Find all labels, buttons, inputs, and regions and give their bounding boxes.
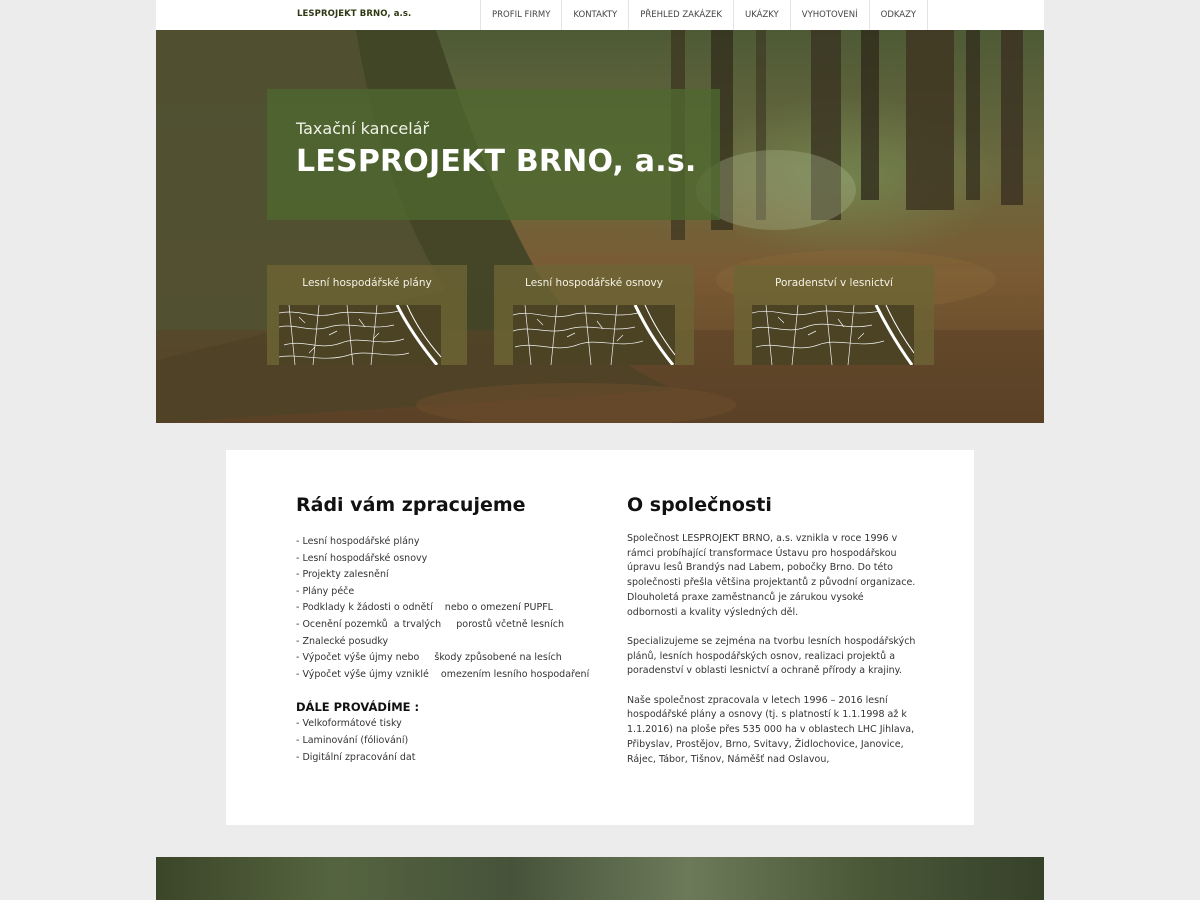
list-item: - Lesní hospodářské osnovy bbox=[296, 552, 428, 564]
nav-item-prehled-zakazek[interactable]: PŘEHLED ZAKÁZEK bbox=[629, 0, 734, 30]
forest-map-thumbnail bbox=[513, 305, 675, 365]
nav-item-ukazky[interactable]: UKÁZKY bbox=[734, 0, 791, 30]
nav-item-vyhotoveni[interactable]: VYHOTOVENÍ bbox=[791, 0, 870, 30]
services-heading: Rádi vám zpracujeme bbox=[296, 494, 526, 516]
top-bar: LESPROJEKT BRNO, a.s. PROFIL FIRMY KONTA… bbox=[156, 0, 1044, 30]
list-item: - Laminování (fóliování) bbox=[296, 734, 409, 746]
list-item: - Ocenění pozemků a trvalých porostů vče… bbox=[296, 618, 564, 630]
list-item: - Lesní hospodářské plány bbox=[296, 536, 420, 547]
hero-title-box: Taxační kancelář LESPROJEKT BRNO, a.s. bbox=[267, 89, 720, 220]
hero-title: LESPROJEKT BRNO, a.s. bbox=[296, 144, 697, 179]
about-paragraph: Naše společnost zpracovala v letech 1996… bbox=[627, 694, 915, 765]
nav-item-odkazy[interactable]: ODKAZY bbox=[870, 0, 929, 30]
list-item: - Digitální zpracování dat bbox=[296, 751, 416, 763]
list-item: - Velkoformátové tisky bbox=[296, 718, 402, 730]
service-card-lesni-hospodarske-plany[interactable]: Lesní hospodářské plány bbox=[267, 265, 467, 365]
forest-map-thumbnail bbox=[752, 305, 914, 365]
nav-item-kontakty[interactable]: KONTAKTY bbox=[562, 0, 630, 30]
services-list: - Lesní hospodářské plány - Lesní hospod… bbox=[296, 534, 596, 683]
service-card-title: Lesní hospodářské osnovy bbox=[525, 277, 663, 289]
service-card-title: Lesní hospodářské plány bbox=[302, 277, 432, 289]
hero-banner: Taxační kancelář LESPROJEKT BRNO, a.s. L… bbox=[156, 30, 1044, 423]
nav-item-profil-firmy[interactable]: PROFIL FIRMY bbox=[481, 0, 563, 30]
about-column: O společnosti Společnost LESPROJEKT BRNO… bbox=[627, 494, 917, 782]
hero-subtitle: Taxační kancelář bbox=[296, 119, 430, 138]
service-card-title: Poradenství v lesnictví bbox=[775, 277, 893, 289]
list-item: - Projekty zalesnění bbox=[296, 569, 389, 581]
forest-map-thumbnail bbox=[279, 305, 441, 365]
brand-logo[interactable]: LESPROJEKT BRNO, a.s. bbox=[297, 9, 411, 19]
list-item: - Plány péče bbox=[296, 585, 355, 597]
list-item: - Znalecké posudky bbox=[296, 635, 389, 647]
list-item: - Výpočet výše újmy vzniklé omezením les… bbox=[296, 668, 590, 680]
list-item: - Podklady k žádosti o odnětí nebo o ome… bbox=[296, 602, 553, 614]
bottom-forest-banner bbox=[156, 857, 1044, 900]
more-services-heading: DÁLE PROVÁDÍME : bbox=[296, 700, 420, 715]
service-card-lesni-hospodarske-osnovy[interactable]: Lesní hospodářské osnovy bbox=[494, 265, 694, 365]
service-card-poradenstvi[interactable]: Poradenství v lesnictví bbox=[734, 265, 934, 365]
about-paragraph: Specializujeme se zejména na tvorbu lesn… bbox=[627, 635, 916, 677]
about-paragraph: Společnost LESPROJEKT BRNO, a.s. vznikla… bbox=[627, 533, 916, 618]
main-nav: PROFIL FIRMY KONTAKTY PŘEHLED ZAKÁZEK UK… bbox=[480, 0, 929, 30]
about-heading: O společnosti bbox=[627, 494, 772, 516]
list-item: - Výpočet výše újmy nebo škody způsobené… bbox=[296, 652, 562, 664]
services-column: Rádi vám zpracujeme - Lesní hospodářské … bbox=[296, 494, 596, 766]
content-panel: Rádi vám zpracujeme - Lesní hospodářské … bbox=[226, 450, 974, 825]
more-services-list: - Velkoformátové tisky - Laminování (fól… bbox=[296, 716, 596, 766]
